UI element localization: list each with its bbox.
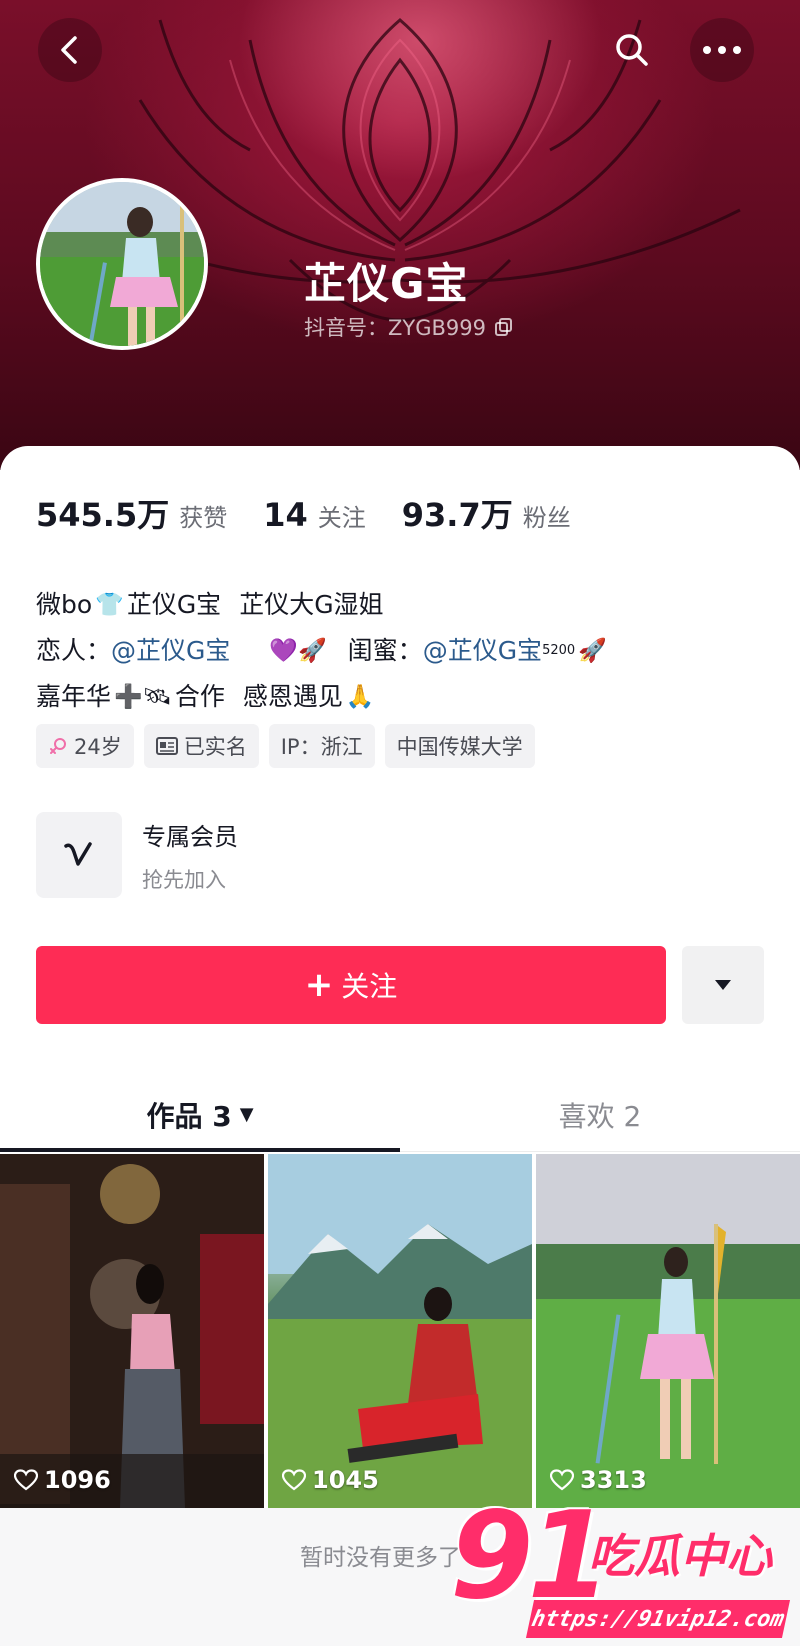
- shirt-emoji: 👕: [95, 592, 124, 618]
- stat-followers-label: 粉丝: [522, 504, 571, 532]
- video-like-count: 1096: [14, 1466, 111, 1494]
- bio-label-bestie: 闺蜜：: [347, 636, 423, 665]
- tag-school[interactable]: 中国传媒大学: [384, 724, 535, 768]
- douyin-id[interactable]: 抖音号：ZYGB999: [304, 312, 514, 342]
- stat-likes-value: 545.5万: [36, 496, 170, 534]
- v-logo-icon: [64, 842, 92, 866]
- profile-name: 芷仪G宝: [304, 259, 469, 308]
- vip-title: 专属会员: [142, 822, 238, 851]
- bio-text: 芷仪G宝: [126, 590, 222, 619]
- video-preview-image: [0, 1154, 264, 1508]
- video-grid: 1096 1045 3313: [0, 1154, 800, 1508]
- video-thumbnail[interactable]: 3313: [536, 1154, 800, 1508]
- video-like-count: 1045: [282, 1466, 379, 1494]
- stat-following[interactable]: 14 关注: [263, 496, 366, 534]
- profile-bio: 微bo 👕 芷仪G宝 芷仪大G湿姐 恋人： @芷仪G宝 💜🚀 闺蜜： @芷仪G宝…: [36, 582, 610, 720]
- bio-line-2: 恋人： @芷仪G宝 💜🚀 闺蜜： @芷仪G宝 5200 🚀: [36, 628, 610, 674]
- plus-icon: +: [304, 965, 334, 1005]
- stat-likes-label: 获赞: [179, 504, 228, 532]
- bio-prefix: 微bo: [36, 590, 93, 619]
- tag-verified-label: 已实名: [183, 735, 247, 759]
- content-tabs: 作品 3 ▼ 喜欢 2: [0, 1078, 800, 1152]
- watermark: 91 吃瓜中心 https://91vip12.com: [440, 1492, 800, 1646]
- video-thumbnail[interactable]: 1096: [0, 1154, 264, 1508]
- heart-rocket-emoji: 💜🚀: [269, 638, 327, 664]
- search-button[interactable]: [600, 18, 664, 82]
- watermark-text: 吃瓜中心: [588, 1529, 772, 1583]
- back-button[interactable]: [38, 18, 102, 82]
- video-like-value: 1096: [44, 1466, 111, 1494]
- tab-works-label: 作品 3: [146, 1099, 232, 1133]
- female-icon: [50, 738, 66, 754]
- follow-button[interactable]: + 关注: [36, 946, 666, 1024]
- follow-label: 关注: [341, 970, 398, 1003]
- tag-ip: IP：浙江: [268, 724, 375, 768]
- video-thumbnail[interactable]: 1045: [268, 1154, 532, 1508]
- copy-icon[interactable]: [494, 317, 514, 337]
- bio-label-lover: 恋人：: [36, 636, 112, 665]
- tab-works[interactable]: 作品 3 ▼: [0, 1078, 400, 1152]
- avatar-photo: [40, 182, 204, 346]
- more-horizontal-icon: [703, 46, 741, 54]
- vip-membership[interactable]: 专属会员 抢先加入: [36, 812, 238, 898]
- stat-followers[interactable]: 93.7万 粉丝: [402, 490, 571, 536]
- tag-age: 24岁: [36, 724, 134, 768]
- stat-following-value: 14: [263, 496, 308, 534]
- bio-text: 合作: [174, 682, 225, 711]
- vip-subtitle: 抢先加入: [142, 867, 226, 892]
- douyin-id-text: 抖音号：ZYGB999: [304, 316, 486, 340]
- tag-ip-label: IP：浙江: [280, 735, 363, 759]
- no-more-text: 暂时没有更多了: [300, 1545, 461, 1571]
- stat-following-label: 关注: [317, 504, 366, 532]
- watermark-url: https://91vip12.com: [525, 1600, 791, 1638]
- heart-outline-icon: [14, 1469, 38, 1491]
- vip-icon-box: [36, 812, 122, 898]
- video-preview-image: [536, 1154, 800, 1508]
- tag-verified: 已实名: [143, 724, 259, 768]
- bio-line-3: 嘉年华 ➕🛰 合作 感恩遇见 🙏: [36, 674, 610, 720]
- mention-link[interactable]: @芷仪G宝: [423, 628, 542, 674]
- heart-outline-icon: [282, 1469, 306, 1491]
- id-card-icon: [155, 737, 178, 755]
- bio-line-1: 微bo 👕 芷仪G宝 芷仪大G湿姐: [36, 582, 610, 628]
- mention-link[interactable]: @芷仪G宝: [111, 628, 230, 674]
- profile-tags: 24岁 已实名 IP：浙江 中国传媒大学: [36, 724, 535, 768]
- chevron-left-icon: [61, 36, 77, 64]
- stat-followers-value: 93.7万: [401, 496, 513, 534]
- triangle-down-icon[interactable]: ▼: [240, 1104, 254, 1125]
- search-icon: [616, 34, 648, 66]
- rocket-emoji: 🚀: [578, 638, 607, 664]
- vip-text: 专属会员 抢先加入: [142, 817, 238, 894]
- tab-likes[interactable]: 喜欢 2: [400, 1078, 800, 1151]
- video-like-value: 1045: [312, 1466, 379, 1494]
- bio-text: 嘉年华: [36, 682, 112, 711]
- plus-satellite-emoji: ➕🛰: [114, 684, 172, 710]
- recommend-dropdown-button[interactable]: [682, 946, 764, 1024]
- superscript-number: 5200: [542, 643, 576, 658]
- bio-text: 感恩遇见: [242, 682, 343, 711]
- triangle-down-icon: [715, 980, 731, 990]
- stat-likes[interactable]: 545.5万 获赞: [36, 490, 227, 536]
- tab-likes-label: 喜欢 2: [558, 1099, 642, 1133]
- video-preview-image: [268, 1154, 532, 1508]
- pray-emoji: 🙏: [345, 684, 375, 710]
- avatar[interactable]: [36, 178, 208, 350]
- bio-text: 芷仪大G湿姐: [239, 590, 384, 619]
- more-button[interactable]: [690, 18, 754, 82]
- tag-age-label: 24岁: [74, 735, 122, 759]
- profile-stats: 545.5万 获赞 14 关注 93.7万 粉丝: [36, 490, 607, 536]
- tag-school-label: 中国传媒大学: [396, 735, 523, 759]
- profile-banner: 芷仪G宝 抖音号：ZYGB999: [0, 0, 800, 470]
